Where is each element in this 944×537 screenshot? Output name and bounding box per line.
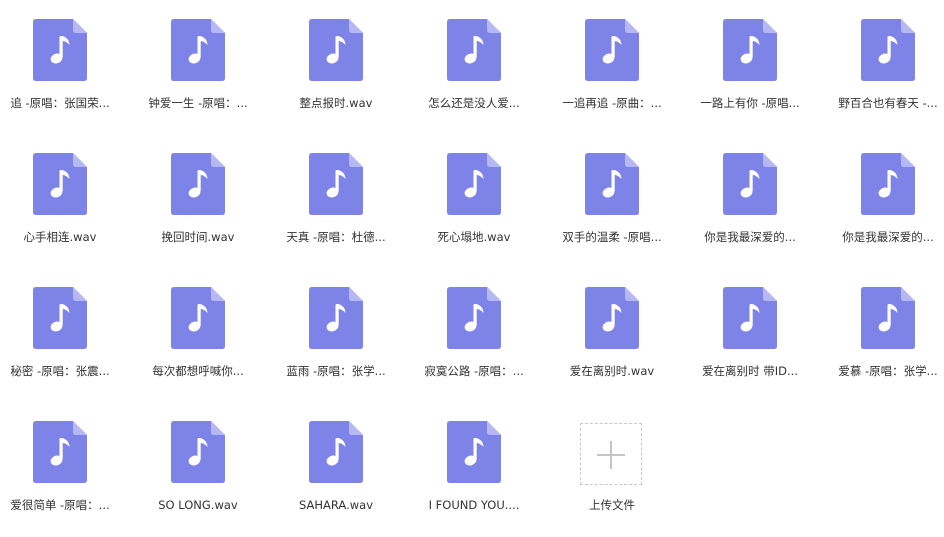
file-item[interactable]: SAHARA.wav <box>276 405 396 525</box>
file-name: 怎么还是没人爱... <box>414 95 534 111</box>
music-file-icon <box>447 287 501 349</box>
file-name: 一追再追 -原曲：... <box>552 95 672 111</box>
file-name: 寂寞公路 -原唱：... <box>414 363 534 379</box>
file-item[interactable]: 钟爱一生 -原唱：... <box>138 3 258 123</box>
music-file-icon <box>33 287 87 349</box>
file-item[interactable]: 爱很简单 -原唱：... <box>0 405 120 525</box>
file-name: 爱在离别时.wav <box>552 363 672 379</box>
file-name: 一路上有你 -原唱... <box>690 95 810 111</box>
file-item[interactable]: 一追再追 -原曲：... <box>552 3 672 123</box>
music-file-icon <box>171 153 225 215</box>
music-file-icon <box>33 153 87 215</box>
file-item[interactable]: 死心塌地.wav <box>414 137 534 257</box>
upload-file-button[interactable]: 上传文件 <box>552 405 672 525</box>
file-item[interactable]: I FOUND YOU.... <box>414 405 534 525</box>
file-item[interactable]: 一路上有你 -原唱... <box>690 3 810 123</box>
music-file-icon <box>309 421 363 483</box>
file-name: 蓝雨 -原唱：张学... <box>276 363 396 379</box>
file-name: 整点报时.wav <box>276 95 396 111</box>
file-item[interactable]: 野百合也有春天 -... <box>828 3 944 123</box>
file-item[interactable]: 秘密 -原唱：张震... <box>0 271 120 391</box>
file-item[interactable]: 天真 -原唱：杜德... <box>276 137 396 257</box>
file-name: 爱很简单 -原唱：... <box>0 497 120 513</box>
file-name: 你是我最深爱的... <box>690 229 810 245</box>
music-file-icon <box>723 153 777 215</box>
music-file-icon <box>585 19 639 81</box>
music-file-icon <box>723 287 777 349</box>
file-name: 爱慕 -原唱：张学... <box>828 363 944 379</box>
music-file-icon <box>447 421 501 483</box>
file-name: 爱在离别时 带ID... <box>690 363 810 379</box>
file-name: 死心塌地.wav <box>414 229 534 245</box>
file-item[interactable]: 寂寞公路 -原唱：... <box>414 271 534 391</box>
file-item[interactable]: 爱慕 -原唱：张学... <box>828 271 944 391</box>
music-file-icon <box>447 153 501 215</box>
file-item[interactable]: 心手相连.wav <box>0 137 120 257</box>
file-name: 追 -原唱：张国荣... <box>0 95 120 111</box>
file-item[interactable]: 爱在离别时.wav <box>552 271 672 391</box>
file-name: SAHARA.wav <box>276 497 396 513</box>
music-file-icon <box>861 153 915 215</box>
file-name: 每次都想呼喊你... <box>138 363 258 379</box>
file-item[interactable]: 爱在离别时 带ID... <box>690 271 810 391</box>
file-name: 天真 -原唱：杜德... <box>276 229 396 245</box>
file-name: 双手的温柔 -原唱... <box>552 229 672 245</box>
music-file-icon <box>309 153 363 215</box>
music-file-icon <box>447 19 501 81</box>
file-item[interactable]: SO LONG.wav <box>138 405 258 525</box>
file-name: 野百合也有春天 -... <box>828 95 944 111</box>
file-name: I FOUND YOU.... <box>414 497 534 513</box>
music-file-icon <box>585 153 639 215</box>
file-item[interactable]: 你是我最深爱的... <box>828 137 944 257</box>
file-item[interactable]: 蓝雨 -原唱：张学... <box>276 271 396 391</box>
music-file-icon <box>861 19 915 81</box>
music-file-icon <box>861 287 915 349</box>
file-item[interactable]: 整点报时.wav <box>276 3 396 123</box>
file-item[interactable]: 挽回时间.wav <box>138 137 258 257</box>
file-item[interactable]: 每次都想呼喊你... <box>138 271 258 391</box>
music-file-icon <box>585 287 639 349</box>
file-name: SO LONG.wav <box>138 497 258 513</box>
music-file-icon <box>171 19 225 81</box>
plus-vertical-bar <box>610 441 612 469</box>
music-file-icon <box>723 19 777 81</box>
file-name: 秘密 -原唱：张震... <box>0 363 120 379</box>
music-file-icon <box>33 421 87 483</box>
file-name: 钟爱一生 -原唱：... <box>138 95 258 111</box>
file-item[interactable]: 怎么还是没人爱... <box>414 3 534 123</box>
music-file-icon <box>171 287 225 349</box>
file-grid: 追 -原唱：张国荣... 钟爱一生 -原唱：... 整点报时.wav <box>0 0 944 537</box>
plus-icon[interactable] <box>580 423 642 485</box>
music-file-icon <box>33 19 87 81</box>
upload-label: 上传文件 <box>552 497 672 513</box>
file-name: 心手相连.wav <box>0 229 120 245</box>
music-file-icon <box>171 421 225 483</box>
music-file-icon <box>309 19 363 81</box>
file-item[interactable]: 你是我最深爱的... <box>690 137 810 257</box>
file-name: 挽回时间.wav <box>138 229 258 245</box>
file-item[interactable]: 双手的温柔 -原唱... <box>552 137 672 257</box>
music-file-icon <box>309 287 363 349</box>
file-item[interactable]: 追 -原唱：张国荣... <box>0 3 120 123</box>
file-name: 你是我最深爱的... <box>828 229 944 245</box>
